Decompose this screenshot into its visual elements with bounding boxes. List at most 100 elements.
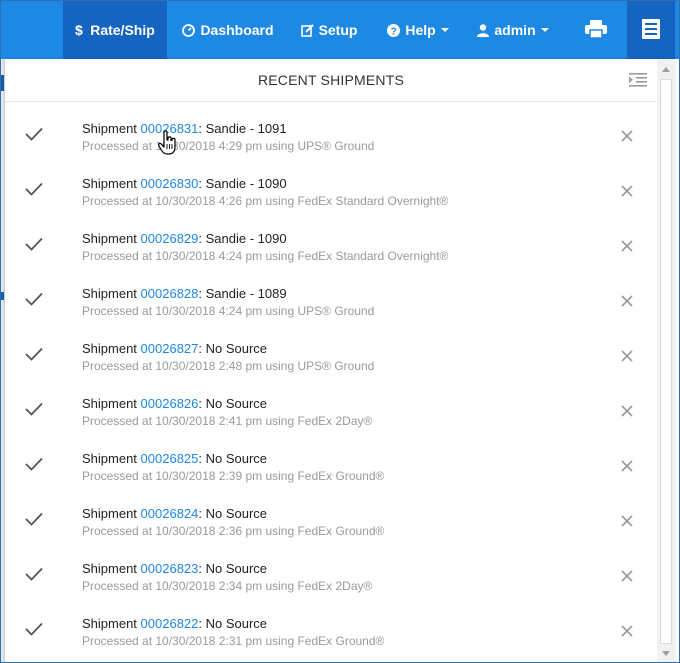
question-circle-icon: ? [387,23,401,37]
checkmark-icon [25,347,43,361]
hand-pointer-cursor-icon [158,130,178,156]
nav-help[interactable]: ? Help [387,1,449,59]
shipment-label: Shipment [82,616,137,631]
shipment-id-link[interactable]: 00026829 [141,231,199,246]
shipment-row: Shipment 00026823: No Source Processed at… [5,543,657,598]
shipment-status: Processed at 10/30/2018 2:41 pm using Fe… [82,414,373,428]
shipment-title: Shipment 00026827: No Source [82,341,267,356]
shipment-status: Processed at 10/30/2018 4:24 pm using Fe… [82,249,449,263]
shipment-source: : Sandie - 1090 [198,176,287,191]
shipment-row: Shipment 00026830: Sandie - 1090 Processe… [5,158,657,213]
shipment-source: : No Source [198,561,268,576]
shipment-title: Shipment 00026822: No Source [82,616,267,631]
recent-shipments-toggle[interactable] [627,1,675,59]
collapse-panel-button[interactable] [629,72,647,88]
shipment-id-link[interactable]: 00026828 [141,286,199,301]
panel-scrollbar[interactable] [657,59,675,662]
close-icon[interactable] [620,459,634,473]
checkmark-icon [25,292,43,306]
panel-title: RECENT SHIPMENTS [257,72,405,88]
shipment-title: Shipment 00026828: Sandie - 1089 [82,286,287,301]
shipment-label: Shipment [82,176,137,191]
close-icon[interactable] [620,349,634,363]
close-icon[interactable] [620,569,634,583]
shipment-id-link[interactable]: 00026824 [141,506,199,521]
nav-admin-label: admin [494,22,536,38]
shipment-id-link[interactable]: 00026830 [141,176,199,191]
nav-rate-ship-label: Rate/Ship [90,22,155,38]
checkmark-icon [25,622,43,636]
list-panel-icon [642,18,660,42]
shipment-source: : No Source [198,451,268,466]
shipment-title: Shipment 00026823: No Source [82,561,267,576]
close-icon[interactable] [620,129,634,143]
scroll-up-arrow-icon[interactable] [662,67,670,72]
shipment-source: : No Source [198,506,268,521]
shipment-source: : No Source [198,616,268,631]
shipment-title: Shipment 00026826: No Source [82,396,267,411]
shipment-row: Shipment 00026829: Sandie - 1090 Processe… [5,213,657,268]
close-icon[interactable] [620,514,634,528]
close-icon[interactable] [620,294,634,308]
recent-shipments-panel: RECENT SHIPMENTS Shipment 00026831: Sand… [5,59,675,662]
shipment-row: Shipment 00026826: No Source Processed at… [5,378,657,433]
shipment-source: : Sandie - 1089 [198,286,287,301]
shipment-status: Processed at 10/30/2018 2:31 pm using Fe… [82,634,385,648]
shipment-status: Processed at 10/30/2018 2:39 pm using Fe… [82,469,385,483]
checkmark-icon [25,237,43,251]
nav-setup-label: Setup [318,22,358,38]
printer-icon [585,19,607,41]
shipment-id-link[interactable]: 00026826 [141,396,199,411]
chevron-down-icon [540,28,549,32]
shipment-title: Shipment 00026825: No Source [82,451,267,466]
shipment-title: Shipment 00026824: No Source [82,506,267,521]
app-window: $ Rate/Ship Dashboard Setup ? Help admin… [0,0,680,663]
shipment-row: Shipment 00026822: No Source Processed at… [5,598,657,653]
nav-help-label: Help [405,22,436,38]
shipment-title: Shipment 00026831: Sandie - 1091 [82,121,287,136]
shipment-label: Shipment [82,286,137,301]
shipment-source: : Sandie - 1091 [198,121,287,136]
shipment-title: Shipment 00026829: Sandie - 1090 [82,231,287,246]
scrollbar-thumb[interactable] [660,79,672,644]
checkmark-icon [25,512,43,526]
shipment-id-link[interactable]: 00026825 [141,451,199,466]
shipment-row: Shipment 00026827: No Source Processed at… [5,323,657,378]
shipment-id-link[interactable]: 00026822 [141,616,199,631]
background-marker [1,75,4,91]
close-icon[interactable] [620,184,634,198]
nav-admin-menu[interactable]: admin [477,1,549,59]
shipment-row: Shipment 00026831: Sandie - 1091 Processe… [5,103,657,158]
shipment-title: Shipment 00026830: Sandie - 1090 [82,176,287,191]
background-marker [1,292,4,300]
nav-rate-ship[interactable]: $ Rate/Ship [63,1,167,59]
shipment-label: Shipment [82,506,137,521]
checkmark-icon [25,402,43,416]
dollar-icon: $ [75,23,85,37]
user-icon [477,23,490,37]
scroll-down-arrow-icon[interactable] [662,651,670,656]
shipment-label: Shipment [82,396,137,411]
shipment-label: Shipment [82,121,137,136]
shipment-id-link[interactable]: 00026827 [141,341,199,356]
shipment-row: Shipment 00026824: No Source Processed at… [5,488,657,543]
top-navbar: $ Rate/Ship Dashboard Setup ? Help admin [1,1,679,59]
shipment-source: : Sandie - 1090 [198,231,287,246]
shipment-status: Processed at 10/30/2018 4:29 pm using UP… [82,139,375,153]
checkmark-icon [25,127,43,141]
close-icon[interactable] [620,239,634,253]
shipment-label: Shipment [82,341,137,356]
nav-dashboard[interactable]: Dashboard [182,1,274,59]
nav-dashboard-label: Dashboard [200,22,274,38]
shipment-status: Processed at 10/30/2018 2:36 pm using Fe… [82,524,385,538]
close-icon[interactable] [620,624,634,638]
print-button[interactable] [575,1,617,59]
shipment-status: Processed at 10/30/2018 4:26 pm using Fe… [82,194,449,208]
close-icon[interactable] [620,404,634,418]
shipment-id-link[interactable]: 00026823 [141,561,199,576]
shipment-label: Shipment [82,231,137,246]
checkmark-icon [25,182,43,196]
shipment-list: Shipment 00026831: Sandie - 1091 Processe… [5,103,657,662]
svg-text:$: $ [75,23,83,37]
nav-setup[interactable]: Setup [300,1,358,59]
